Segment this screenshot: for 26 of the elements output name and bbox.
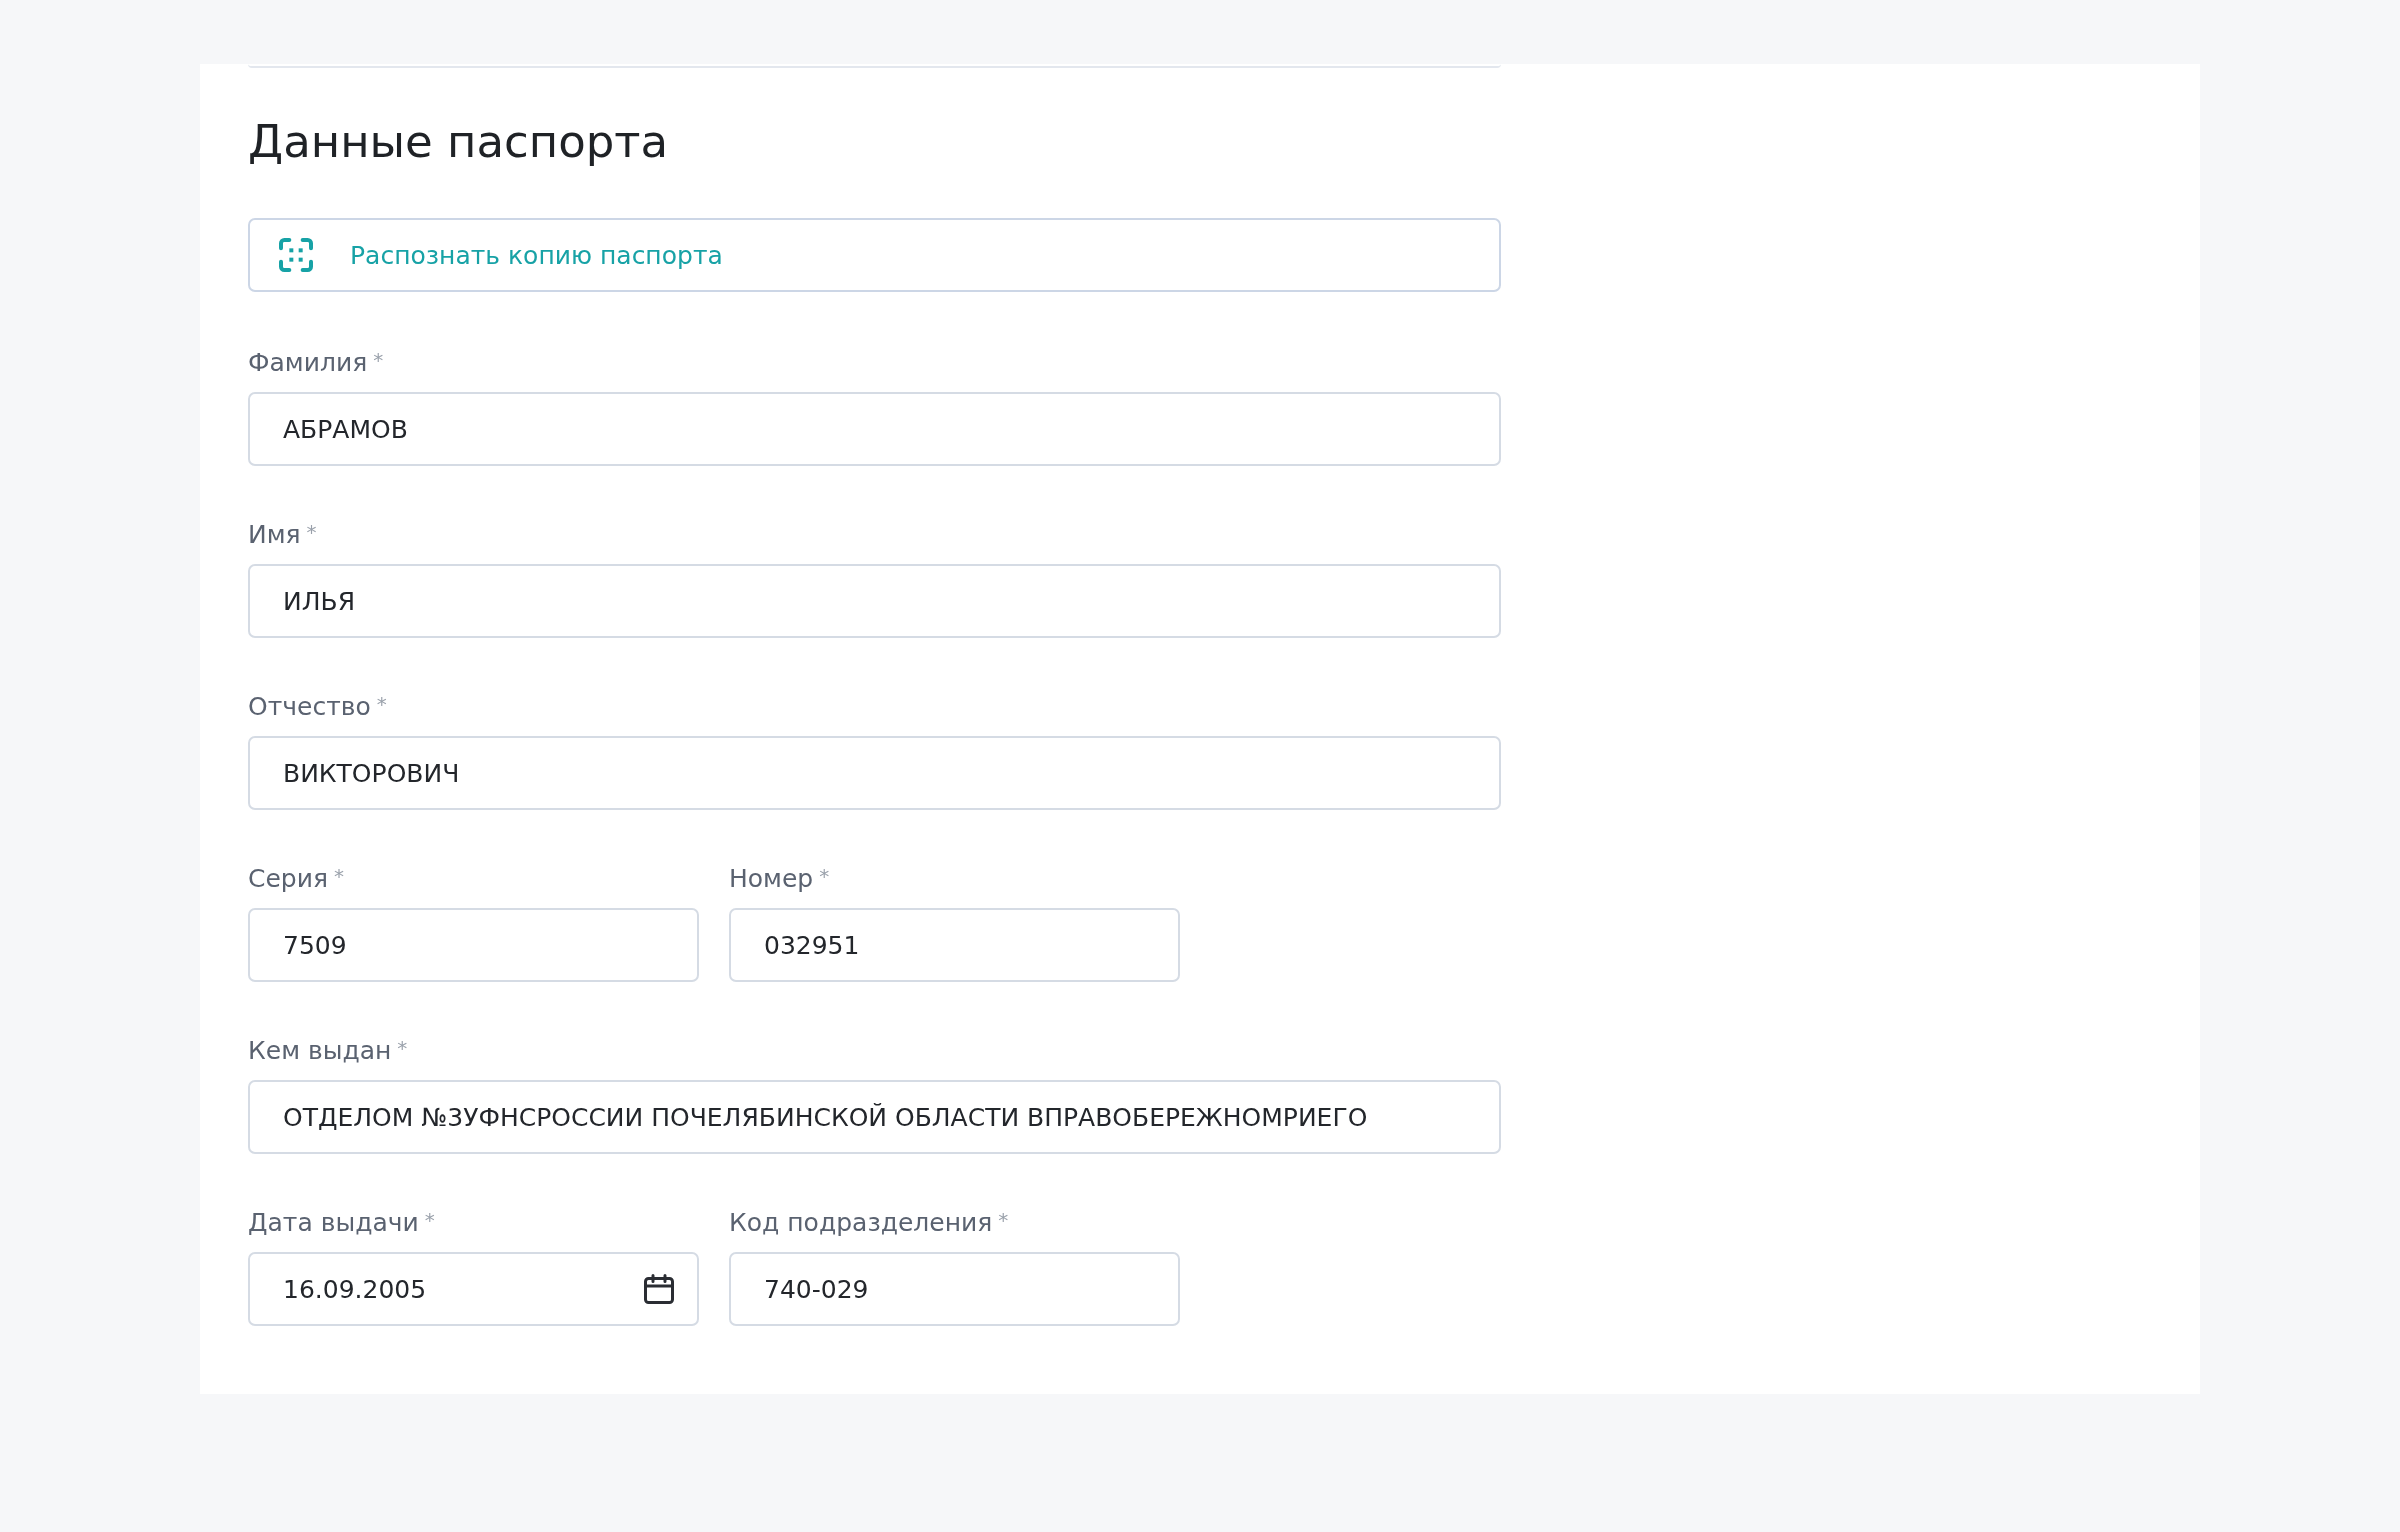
required-mark: * xyxy=(998,1208,1009,1232)
field-label: Номер xyxy=(729,864,814,893)
required-mark: * xyxy=(306,520,317,544)
input-field[interactable]: ВИКТОРОВИЧ xyxy=(248,736,1501,810)
field-label: Имя xyxy=(248,520,301,549)
input-field[interactable]: 16.09.2005 xyxy=(248,1252,699,1326)
required-mark: * xyxy=(373,348,384,372)
required-mark: * xyxy=(424,1208,435,1232)
input-field[interactable]: ИЛЬЯ xyxy=(248,564,1501,638)
required-mark: * xyxy=(376,692,387,716)
scan-icon xyxy=(276,235,316,275)
field-label: Фамилия xyxy=(248,348,368,377)
section-title: Данные паспорта xyxy=(248,113,670,170)
required-mark: * xyxy=(819,864,830,888)
field-label: Отчество xyxy=(248,692,371,721)
field-label: Дата выдачи xyxy=(248,1208,419,1237)
field-label: Код подразделения xyxy=(729,1208,993,1237)
required-mark: * xyxy=(397,1036,408,1060)
input-field[interactable]: ОТДЕЛОМ №3УФНСРОССИИ ПОЧЕЛЯБИНСКОЙ ОБЛАСТИ ВПРАВОБЕРЕЖНОМРИЕГО xyxy=(248,1080,1501,1154)
input-field[interactable]: 740-029 xyxy=(729,1252,1180,1326)
input-field[interactable]: 032951 xyxy=(729,908,1180,982)
field-label: Кем выдан xyxy=(248,1036,392,1065)
input-field[interactable]: АБРАМОВ xyxy=(248,392,1501,466)
field-label: Серия xyxy=(248,864,328,893)
input-field[interactable]: 7509 xyxy=(248,908,699,982)
required-mark: * xyxy=(334,864,344,888)
